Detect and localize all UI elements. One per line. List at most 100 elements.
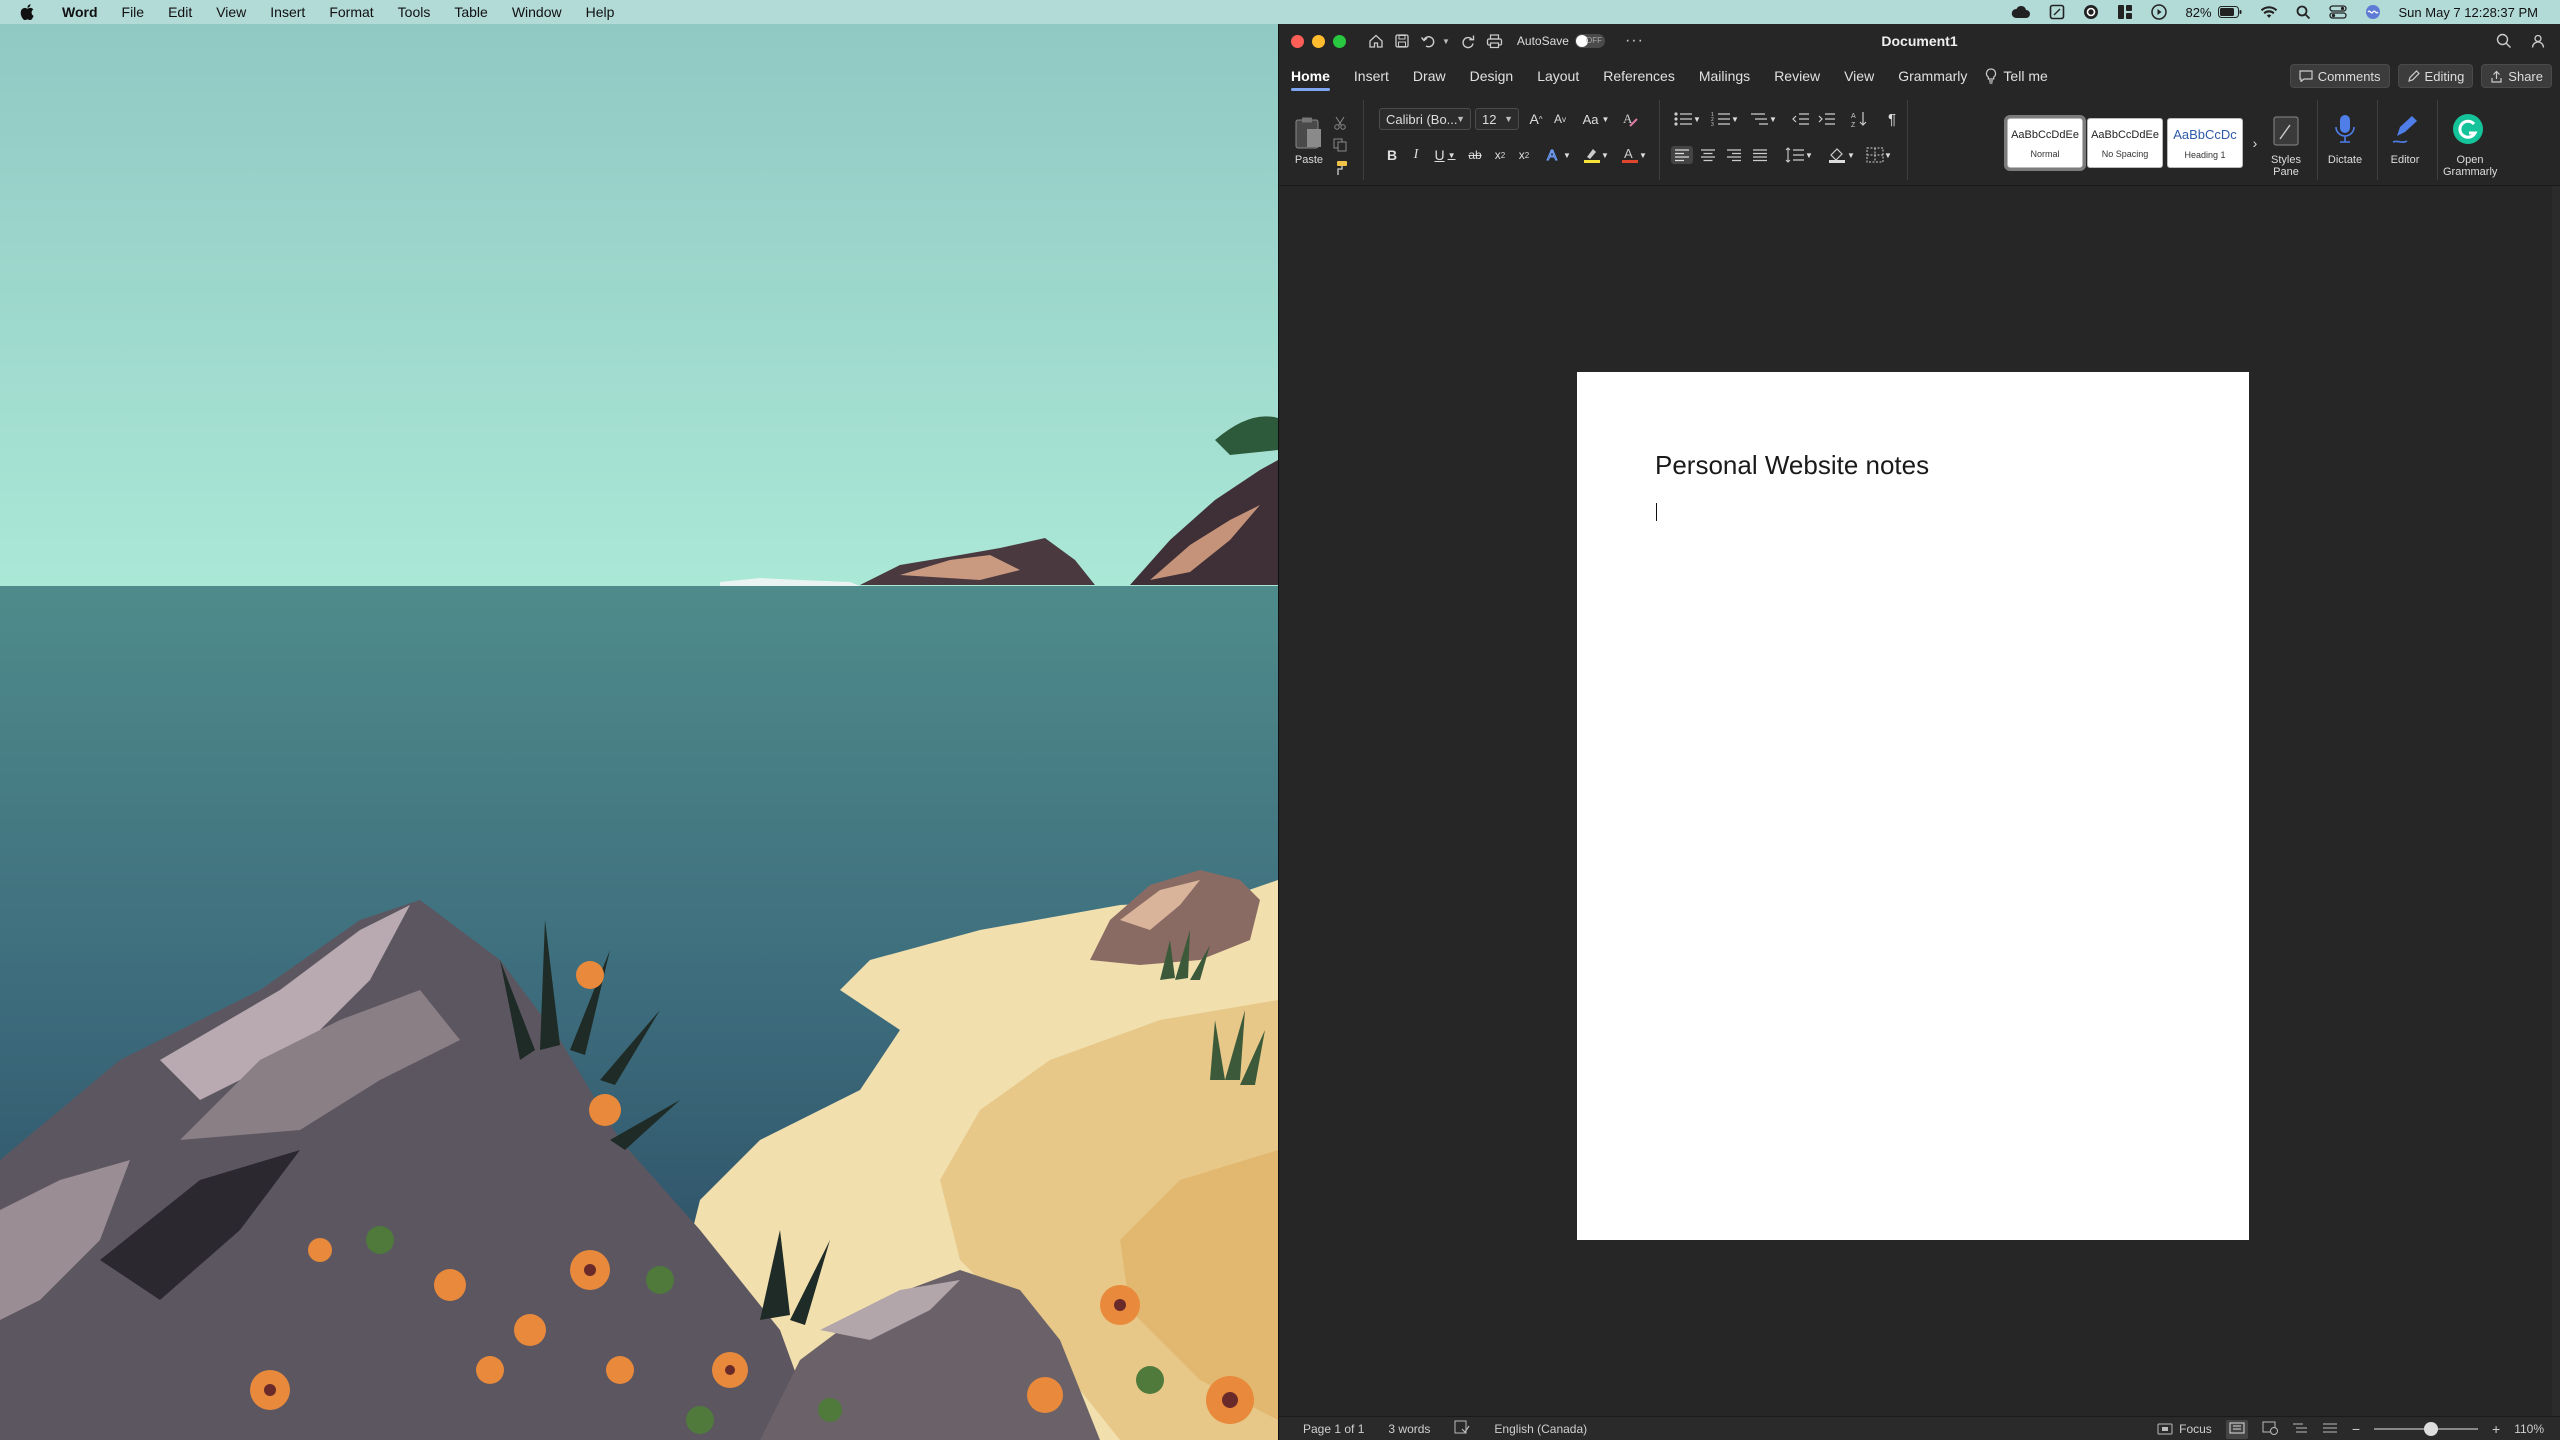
zoom-percentage[interactable]: 110% xyxy=(2514,1422,2544,1436)
window-minimize-button[interactable] xyxy=(1312,34,1325,48)
tab-design[interactable]: Design xyxy=(1458,59,1526,93)
subscript-button[interactable]: x2 xyxy=(1491,146,1509,164)
zoom-out-icon[interactable]: − xyxy=(2352,1421,2360,1437)
tab-home[interactable]: Home xyxy=(1279,59,1342,93)
media-play-icon[interactable] xyxy=(2151,4,2168,20)
notes-widget-icon[interactable] xyxy=(2049,4,2065,20)
style-no-spacing[interactable]: AaBbCcDdEe No Spacing xyxy=(2087,118,2163,168)
zoom-slider[interactable] xyxy=(2374,1422,2478,1436)
autosave-control[interactable]: AutoSave OFF xyxy=(1517,34,1605,48)
font-size-box[interactable]: 12 ▼ xyxy=(1475,108,1519,130)
comments-button[interactable]: Comments xyxy=(2289,64,2390,88)
cloud-icon[interactable] xyxy=(2011,5,2031,19)
undo-dropdown-icon[interactable]: ▼ xyxy=(1442,37,1450,46)
word-count[interactable]: 3 words xyxy=(1388,1422,1430,1436)
menu-view[interactable]: View xyxy=(204,0,258,24)
sort-icon[interactable]: AZ xyxy=(1849,110,1869,128)
web-layout-view-icon[interactable] xyxy=(2262,1421,2278,1438)
open-grammarly-button[interactable] xyxy=(2451,112,2485,146)
text-effects-button[interactable]: A ▼ xyxy=(1543,146,1573,165)
language-indicator[interactable]: English (Canada) xyxy=(1494,1422,1587,1436)
search-icon[interactable] xyxy=(2496,33,2512,54)
share-button[interactable]: Share xyxy=(2481,64,2552,88)
redo-icon[interactable] xyxy=(1460,33,1476,49)
window-close-button[interactable] xyxy=(1291,34,1304,48)
show-formatting-marks-icon[interactable]: ¶ xyxy=(1883,110,1901,128)
control-center-icon[interactable] xyxy=(2328,5,2347,19)
change-case-button[interactable]: Aa ▼ xyxy=(1581,110,1611,128)
italic-button[interactable]: I xyxy=(1407,146,1425,164)
proofing-icon[interactable] xyxy=(1454,1420,1470,1437)
highlight-color-button[interactable]: ▼ xyxy=(1581,146,1611,164)
autosave-toggle[interactable]: OFF xyxy=(1574,34,1605,48)
justify-button[interactable] xyxy=(1749,146,1771,164)
style-heading-1[interactable]: AaBbCcDc Heading 1 xyxy=(2167,118,2243,168)
format-painter-icon[interactable] xyxy=(1333,160,1349,176)
dictate-button[interactable] xyxy=(2329,112,2361,146)
tab-layout[interactable]: Layout xyxy=(1525,59,1591,93)
align-left-button[interactable] xyxy=(1671,146,1693,164)
line-spacing-button[interactable]: ▼ xyxy=(1783,146,1815,164)
style-normal[interactable]: AaBbCcDdEe Normal xyxy=(2004,115,2086,171)
undo-icon[interactable] xyxy=(1420,33,1438,49)
home-icon[interactable] xyxy=(1368,33,1384,49)
apple-icon[interactable] xyxy=(20,4,34,20)
superscript-button[interactable]: x2 xyxy=(1515,146,1533,164)
numbering-button[interactable]: 1 2 3 ▼ xyxy=(1709,110,1741,128)
more-commands-icon[interactable]: ··· xyxy=(1625,32,1644,50)
battery-icon[interactable] xyxy=(2217,6,2242,18)
document-canvas[interactable]: Personal Website notes xyxy=(1279,186,2553,1416)
tab-view[interactable]: View xyxy=(1832,59,1886,93)
window-tiling-icon[interactable] xyxy=(2117,4,2133,20)
window-zoom-button[interactable] xyxy=(1333,34,1346,48)
borders-button[interactable]: ▼ xyxy=(1863,146,1895,164)
outline-view-icon[interactable] xyxy=(2292,1422,2308,1437)
font-color-button[interactable]: A ▼ xyxy=(1619,146,1649,164)
increase-indent-icon[interactable] xyxy=(1817,110,1837,128)
menu-file[interactable]: File xyxy=(110,0,157,24)
tell-me-search[interactable]: Tell me xyxy=(1985,68,2048,84)
tab-references[interactable]: References xyxy=(1591,59,1687,93)
page-count[interactable]: Page 1 of 1 xyxy=(1303,1422,1364,1436)
tab-insert[interactable]: Insert xyxy=(1342,59,1401,93)
strikethrough-button[interactable]: ab xyxy=(1465,146,1485,164)
align-right-button[interactable] xyxy=(1723,146,1745,164)
menu-table[interactable]: Table xyxy=(442,0,499,24)
focus-mode-button[interactable]: Focus xyxy=(2157,1422,2212,1436)
cut-icon[interactable] xyxy=(1333,116,1347,130)
menu-help[interactable]: Help xyxy=(574,0,627,24)
grammarly-icon[interactable] xyxy=(2083,4,2099,20)
tab-mailings[interactable]: Mailings xyxy=(1687,59,1762,93)
tab-review[interactable]: Review xyxy=(1762,59,1832,93)
copy-icon[interactable] xyxy=(1333,138,1347,152)
shading-button[interactable]: ▼ xyxy=(1825,146,1857,164)
print-layout-view-icon[interactable] xyxy=(2225,1419,2248,1439)
document-page[interactable]: Personal Website notes xyxy=(1577,372,2249,1240)
underline-button[interactable]: U ▼ xyxy=(1431,146,1459,164)
paste-button[interactable] xyxy=(1291,116,1325,150)
shrink-font-icon[interactable]: Av xyxy=(1551,110,1569,128)
decrease-indent-icon[interactable] xyxy=(1791,110,1811,128)
account-icon[interactable] xyxy=(2530,33,2546,54)
zoom-in-icon[interactable]: + xyxy=(2492,1421,2500,1437)
print-icon[interactable] xyxy=(1486,33,1503,49)
menubar-clock[interactable]: Sun May 7 12:28:37 PM xyxy=(2399,5,2538,20)
zoom-slider-thumb[interactable] xyxy=(2423,1422,2438,1436)
menu-app-name[interactable]: Word xyxy=(50,0,110,24)
styles-gallery-more-icon[interactable]: › xyxy=(2249,134,2261,152)
wifi-icon[interactable] xyxy=(2260,5,2278,19)
document-heading-text[interactable]: Personal Website notes xyxy=(1655,450,1929,481)
multilevel-list-button[interactable]: ▼ xyxy=(1747,110,1779,128)
spotlight-search-icon[interactable] xyxy=(2296,5,2311,20)
bullets-button[interactable]: ▼ xyxy=(1671,110,1703,128)
bold-button[interactable]: B xyxy=(1383,146,1401,164)
menu-window[interactable]: Window xyxy=(500,0,574,24)
draft-view-icon[interactable] xyxy=(2322,1422,2338,1437)
font-name-box[interactable]: Calibri (Bo... ▼ xyxy=(1379,108,1471,130)
editing-mode-button[interactable]: Editing xyxy=(2397,64,2474,88)
menu-insert[interactable]: Insert xyxy=(258,0,317,24)
menu-format[interactable]: Format xyxy=(317,0,385,24)
siri-icon[interactable] xyxy=(2365,4,2381,20)
menu-tools[interactable]: Tools xyxy=(386,0,443,24)
save-icon[interactable] xyxy=(1394,33,1410,49)
